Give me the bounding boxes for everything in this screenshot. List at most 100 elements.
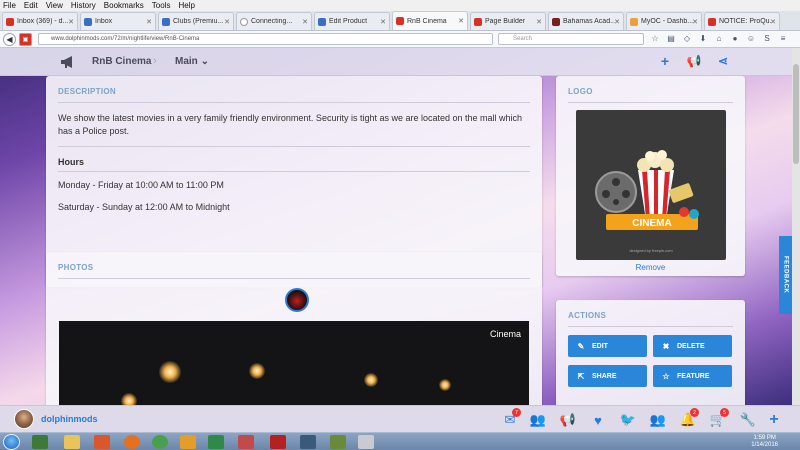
ceiling-light (249, 363, 265, 379)
menu-help[interactable]: Help (178, 1, 194, 10)
megaphone-icon[interactable]: 📢 (687, 54, 702, 68)
navigation-bar: ◀ ▣ www.dolphinmods.com/72/m/nightlife/v… (0, 31, 800, 48)
menu-edit[interactable]: Edit (24, 1, 38, 10)
share-button[interactable]: ⇱ SHARE (568, 365, 647, 387)
delete-button[interactable]: ✖ DELETE (653, 335, 732, 357)
tab-edit-product[interactable]: Edit Product ✕ (314, 12, 390, 30)
scrollbar-thumb[interactable] (793, 64, 799, 164)
close-icon[interactable]: ✕ (224, 18, 230, 26)
tab-connecting[interactable]: Connecting... ✕ (236, 12, 312, 30)
tab-myoc-dashboard[interactable]: MyOC - Dashb... ✕ (626, 12, 702, 30)
tab-inbox[interactable]: Inbox ✕ (80, 12, 156, 30)
close-icon[interactable]: ✕ (770, 18, 776, 26)
divider (568, 102, 733, 103)
megaphone-icon (61, 56, 72, 68)
feature-button[interactable]: ☆ FEATURE (653, 365, 732, 387)
username-link[interactable]: dolphinmods (41, 414, 98, 424)
section-dropdown[interactable]: Main ⌄ (175, 56, 209, 67)
users-icon[interactable]: 👥 (530, 412, 546, 428)
page-icon (162, 17, 170, 26)
menu-bookmarks[interactable]: Bookmarks (104, 1, 144, 10)
page-scrollbar[interactable] (792, 48, 800, 405)
avatar[interactable] (14, 409, 34, 429)
mail-badge: 7 (512, 408, 521, 417)
menu-icon[interactable]: ≡ (778, 33, 788, 43)
firefox-app-icon[interactable] (124, 435, 140, 449)
divider (58, 146, 530, 147)
back-button[interactable]: ◀ (3, 32, 16, 46)
excel-app-icon[interactable] (208, 435, 224, 449)
page-title[interactable]: RnB Cinema (92, 56, 151, 67)
divider (58, 102, 530, 103)
close-icon[interactable]: ✕ (458, 17, 464, 25)
hours-label: Hours (58, 157, 85, 167)
search-input[interactable]: Search (498, 33, 644, 45)
edit-button[interactable]: ✎ EDIT (568, 335, 647, 357)
tab-notice[interactable]: NOTICE: ProQu... ✕ (704, 12, 780, 30)
heart-icon[interactable]: ♥ (590, 412, 606, 428)
pocket-icon[interactable]: ◇ (682, 33, 692, 43)
site-icon (396, 17, 404, 25)
outlook-app-icon[interactable] (180, 435, 196, 449)
photo-thumbnail[interactable] (285, 288, 309, 312)
twitter-icon[interactable]: 🐦 (620, 412, 636, 428)
identity-icon[interactable]: ▣ (19, 32, 32, 46)
group-icon[interactable]: 👥 (650, 412, 666, 428)
paint-app-icon[interactable] (238, 435, 254, 449)
page-icon (630, 17, 638, 26)
menu-view[interactable]: View (46, 1, 63, 10)
wrench-icon[interactable]: 🔧 (740, 412, 756, 428)
close-icon[interactable]: ✕ (146, 18, 152, 26)
page-header: RnB Cinema › Main ⌄ + 📢 ⋖ (0, 48, 800, 76)
close-icon[interactable]: ✕ (614, 18, 620, 26)
chrome-app-icon[interactable] (152, 435, 168, 449)
close-icon[interactable]: ✕ (692, 18, 698, 26)
download-icon[interactable]: ⬇ (698, 33, 708, 43)
calculator-app-icon[interactable] (300, 435, 316, 449)
ceiling-light (159, 361, 181, 383)
cinema-logo-icon: CINEMA designed by freepik.com (595, 150, 699, 253)
close-icon[interactable]: ✕ (302, 18, 308, 26)
menu-file[interactable]: File (3, 1, 16, 10)
close-icon[interactable]: ✕ (536, 18, 542, 26)
ie-app-icon[interactable] (32, 435, 48, 449)
hours-weekday: Monday - Friday at 10:00 AM to 11:00 PM (58, 180, 224, 190)
remove-logo-link[interactable]: Remove (556, 263, 745, 272)
hours-weekend: Saturday - Sunday at 12:00 AM to Midnigh… (58, 202, 230, 212)
megaphone-icon[interactable]: 📢 (560, 412, 576, 428)
skype-icon[interactable]: S (762, 33, 772, 43)
share-icon[interactable]: ⋖ (716, 54, 730, 68)
tab-bahamas-academy[interactable]: Bahamas Acad... ✕ (548, 12, 624, 30)
tab-clubs[interactable]: Clubs (Premiu... ✕ (158, 12, 234, 30)
logo-image[interactable]: CINEMA designed by freepik.com (576, 110, 726, 260)
taskbar-clock[interactable]: 1:59 PM 1/14/2016 (751, 435, 778, 449)
url-bar[interactable]: www.dolphinmods.com/72/m/nightlife/view/… (38, 33, 493, 45)
tab-gmail-inbox[interactable]: Inbox (369) - d... ✕ (2, 12, 78, 30)
menu-tools[interactable]: Tools (152, 1, 171, 10)
tab-page-builder[interactable]: Page Builder ✕ (470, 12, 546, 30)
filezilla-app-icon[interactable] (270, 435, 286, 449)
menu-history[interactable]: History (71, 1, 96, 10)
ceiling-light (121, 393, 137, 405)
add-icon[interactable]: + (766, 411, 782, 428)
chat-icon[interactable]: ● (730, 33, 740, 43)
tab-bar: Inbox (369) - d... ✕ Inbox ✕ Clubs (Premiu… (0, 11, 800, 31)
tools-app-icon[interactable] (358, 435, 374, 449)
reading-list-icon[interactable]: ▤ (666, 33, 676, 43)
media-player-app-icon[interactable] (94, 435, 110, 449)
feedback-tab[interactable]: FEEDBACK (779, 236, 792, 314)
cinema-photo[interactable]: Cinema (59, 321, 529, 405)
home-icon[interactable]: ⌂ (714, 33, 724, 43)
star-icon[interactable]: ☆ (650, 33, 660, 43)
start-button[interactable] (3, 434, 20, 450)
add-icon[interactable]: + (658, 53, 672, 69)
emoji-icon[interactable]: ☺ (746, 33, 756, 43)
close-icon[interactable]: ✕ (68, 18, 74, 26)
frog-app-icon[interactable] (330, 435, 346, 449)
close-icon[interactable]: ✕ (380, 18, 386, 26)
share-icon: ⇱ (577, 371, 585, 381)
chevron-down-icon: ⌄ (200, 56, 209, 67)
folder-app-icon[interactable] (64, 435, 80, 449)
tab-rnb-cinema[interactable]: RnB Cinema ✕ (392, 11, 468, 30)
photo-caption: Cinema (489, 329, 521, 339)
